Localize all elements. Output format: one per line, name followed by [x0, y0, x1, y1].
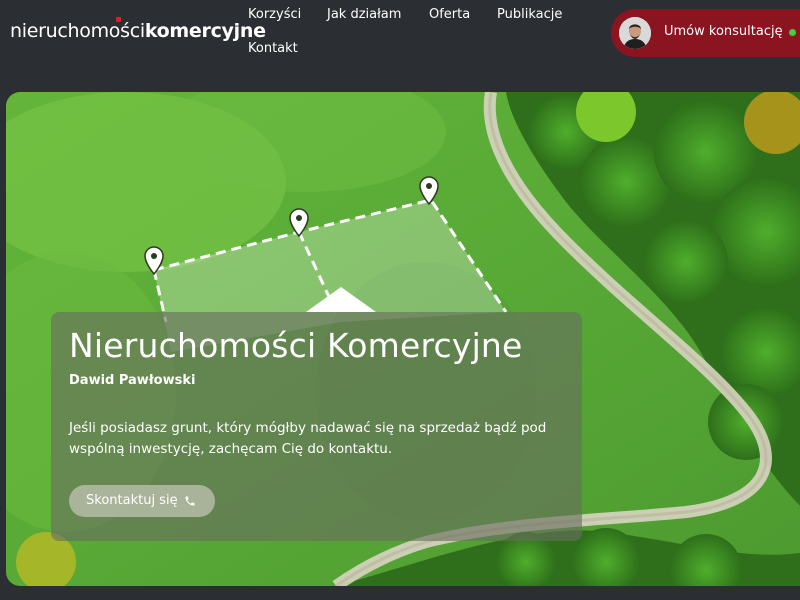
hero-author: Dawid Pawłowski	[69, 373, 196, 388]
avatar	[619, 17, 651, 49]
contact-button-label: Skontaktuj się	[86, 493, 178, 508]
main-nav: Korzyści Jak działam Oferta Publikacje K…	[240, 0, 600, 70]
site-header: nieruchomościkomercyjne Korzyści Jak dzi…	[0, 0, 800, 90]
book-consultation-button[interactable]: Umów konsultację	[611, 9, 800, 57]
logo-text-light: nieruchomości	[10, 20, 145, 42]
hero-info-card: Nieruchomości Komercyjne Dawid Pawłowski…	[51, 312, 582, 541]
site-logo[interactable]: nieruchomościkomercyjne	[10, 17, 266, 42]
hero-section: Nieruchomości Komercyjne Dawid Pawłowski…	[6, 92, 800, 586]
hero-description: Jeśli posiadasz grunt, który mógłby nada…	[69, 420, 547, 457]
nav-item-oferta[interactable]: Oferta	[429, 7, 470, 22]
nav-item-kontakt[interactable]: Kontakt	[248, 41, 298, 56]
online-status-dot	[789, 29, 796, 36]
hero-title: Nieruchomości Komercyjne	[69, 326, 523, 365]
phone-icon	[185, 496, 195, 506]
nav-item-jak-dzialam[interactable]: Jak działam	[327, 7, 401, 22]
book-consultation-label: Umów konsultację	[664, 24, 783, 39]
nav-item-korzysci[interactable]: Korzyści	[248, 7, 301, 22]
nav-item-publikacje[interactable]: Publikacje	[497, 7, 562, 22]
contact-button[interactable]: Skontaktuj się	[69, 485, 215, 517]
logo-accent-mark	[116, 17, 121, 22]
